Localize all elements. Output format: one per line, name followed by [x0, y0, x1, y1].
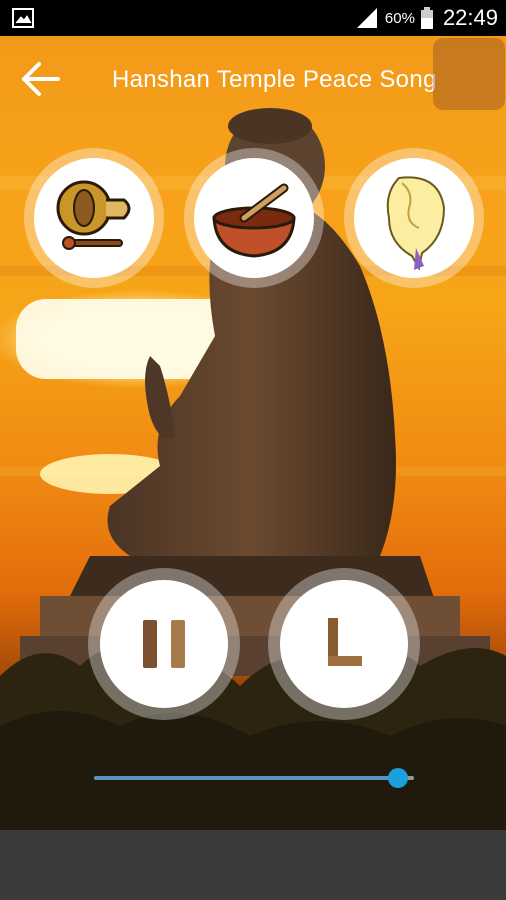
battery-percent: 60%: [384, 9, 415, 27]
pause-icon: [143, 620, 185, 668]
clock: 22:49: [442, 5, 498, 30]
conch-shell-icon: [386, 176, 446, 271]
conch-shell-button[interactable]: [344, 148, 484, 288]
toolbar: Hanshan Temple Peace Song: [0, 36, 506, 120]
playback-slider[interactable]: [94, 768, 414, 788]
gong-button[interactable]: [24, 148, 164, 288]
image-icon: [12, 8, 34, 28]
slider-thumb[interactable]: [388, 768, 408, 788]
battery-icon: [420, 7, 433, 29]
singing-bowl-button[interactable]: [184, 148, 324, 288]
slider-fill: [94, 776, 398, 780]
signal-icon: [356, 8, 377, 28]
back-arrow-icon[interactable]: [18, 56, 64, 102]
singing-bowl-icon: [212, 183, 296, 258]
pause-button[interactable]: [88, 568, 240, 720]
timer-icon: [328, 618, 362, 666]
overflow-menu-button[interactable]: [433, 38, 505, 110]
status-bar: 60% 22:49: [0, 0, 506, 36]
timer-button[interactable]: [268, 568, 420, 720]
page-title: Hanshan Temple Peace Song: [112, 66, 437, 93]
bottom-bar: [0, 830, 506, 900]
gong-icon: [56, 180, 131, 250]
